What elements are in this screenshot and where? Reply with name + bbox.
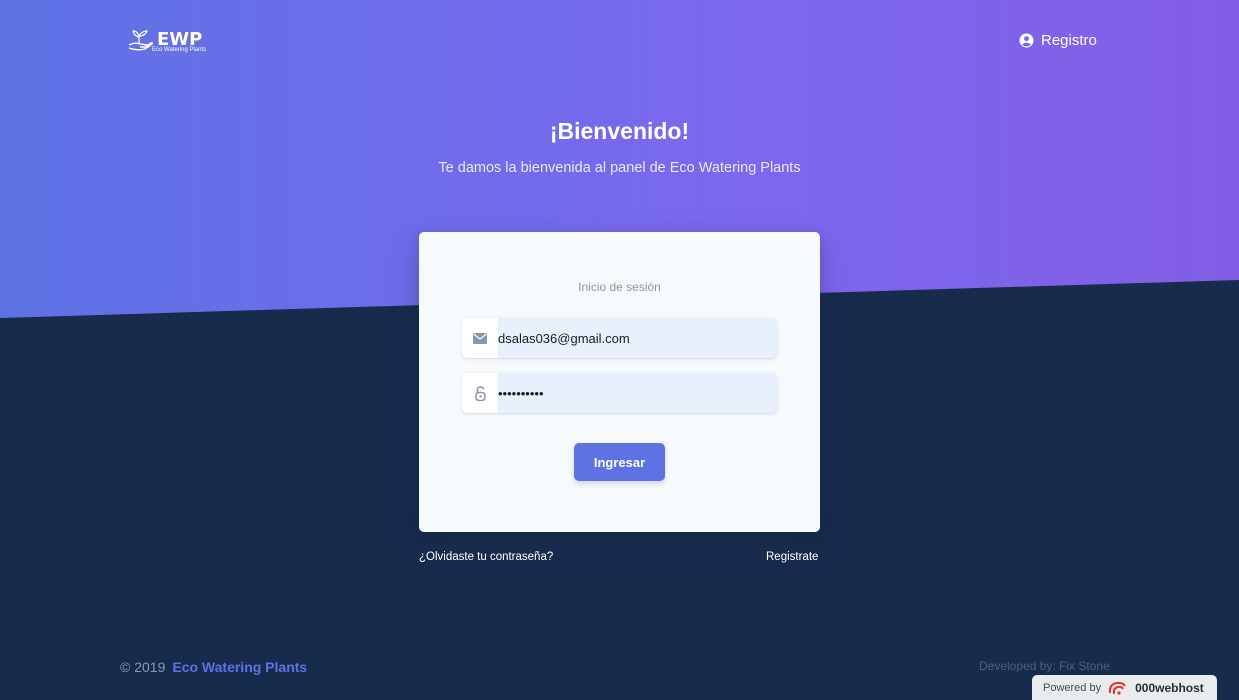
navbar: EWP Eco Watering Plants Registro (0, 0, 1239, 80)
powered-by-label: Powered by (1043, 681, 1102, 694)
footer-brand-link[interactable]: Eco Watering Plants (172, 659, 307, 675)
email-field[interactable] (498, 318, 777, 358)
logo[interactable]: EWP Eco Watering Plants (127, 26, 217, 54)
login-card: Inicio de sesión Ingresar (419, 232, 820, 532)
host-name: 000webhost (1135, 680, 1204, 695)
login-submit-button[interactable]: Ingresar (574, 443, 665, 481)
envelope-icon (473, 332, 487, 344)
user-circle-icon (1019, 32, 1034, 48)
page-title: ¡Bienvenido! (549, 118, 690, 144)
email-addon (462, 318, 498, 358)
password-addon (462, 373, 498, 413)
password-input-group (462, 373, 777, 413)
logo-subtitle: Eco Watering Plants (152, 47, 207, 53)
page-subtitle: Te damos la bienvenida al panel de Eco W… (438, 160, 801, 176)
powered-by-badge[interactable]: Powered by 000webhost (1032, 675, 1217, 700)
login-heading: Inicio de sesión (578, 280, 661, 294)
email-input-group (462, 318, 777, 358)
register-link[interactable]: Registrate (766, 551, 818, 563)
nav-register-link[interactable]: Registro (1019, 31, 1097, 49)
nav-register-label: Registro (1041, 31, 1097, 49)
copyright-text: © 2019 (120, 659, 166, 675)
plant-hand-icon (128, 30, 154, 51)
forgot-password-link[interactable]: ¿Olvidaste tu contraseña? (419, 551, 553, 563)
developed-by-text: Developed by: Fix Stone (979, 659, 1110, 673)
host-logo-icon (1108, 681, 1126, 695)
footer-copyright: © 2019 Eco Watering Plants (120, 659, 307, 675)
lock-icon (474, 385, 486, 401)
password-field[interactable] (498, 373, 777, 413)
